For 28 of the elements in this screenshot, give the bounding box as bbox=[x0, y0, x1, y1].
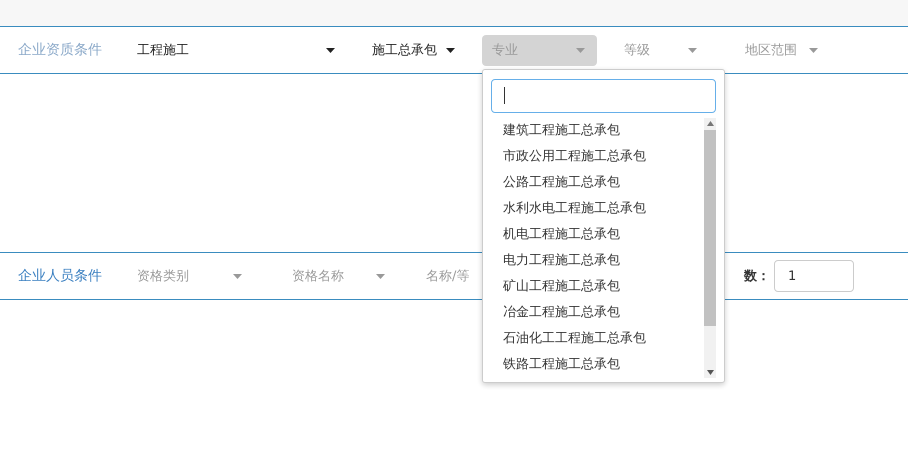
section-title: 企业资质条件 bbox=[18, 41, 103, 59]
dropdown-option[interactable]: 水利水电工程施工总承包 bbox=[491, 196, 704, 222]
dropdown-option[interactable]: 电力工程施工总承包 bbox=[491, 248, 704, 274]
caret-icon bbox=[233, 274, 242, 278]
field-label: 数： bbox=[744, 268, 771, 285]
dropdown-option[interactable]: 冶金工程施工总承包 bbox=[491, 300, 704, 326]
dropdown-option[interactable]: 铁路工程施工总承包 bbox=[491, 352, 704, 378]
scrollbar[interactable] bbox=[704, 118, 716, 378]
dropdown-option[interactable]: 公路工程施工总承包 bbox=[491, 170, 704, 196]
section-title: 企业人员条件 bbox=[18, 267, 103, 285]
dropdown-option[interactable]: 石油化工工程施工总承包 bbox=[491, 326, 704, 352]
select-field[interactable]: 工程施工 bbox=[127, 34, 347, 66]
dropdown-option[interactable]: 市政公用工程施工总承包 bbox=[491, 144, 704, 170]
caret-icon bbox=[576, 48, 585, 52]
dropdown-option[interactable]: 矿山工程施工总承包 bbox=[491, 274, 704, 300]
scroll-up-icon[interactable] bbox=[706, 120, 714, 126]
field-label: 名称/等 bbox=[426, 268, 470, 285]
number-field[interactable]: 1 bbox=[774, 260, 854, 292]
caret-icon bbox=[446, 48, 455, 52]
scroll-down-icon[interactable] bbox=[706, 370, 714, 374]
caret-icon bbox=[809, 48, 818, 52]
dropdown-option[interactable]: 机电工程施工总承包 bbox=[491, 222, 704, 248]
search-field[interactable] bbox=[491, 78, 716, 112]
caret-icon bbox=[376, 274, 385, 278]
dropdown-option[interactable]: 建筑工程施工总承包 bbox=[491, 118, 704, 144]
caret-icon bbox=[688, 48, 697, 52]
caret-icon bbox=[326, 48, 335, 52]
select-field[interactable]: 施工总承包 bbox=[362, 34, 467, 66]
